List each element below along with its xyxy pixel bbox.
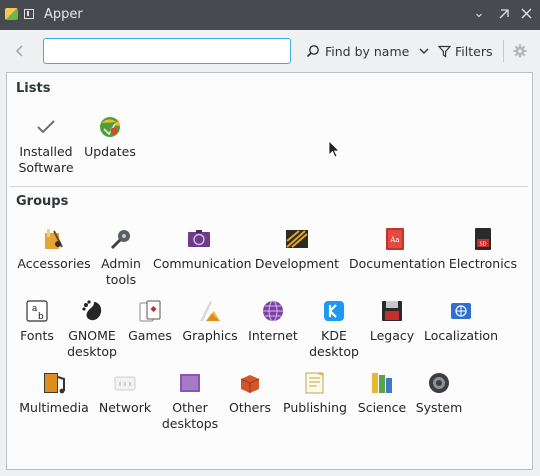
filter-icon [438,45,451,58]
system-icon [429,373,449,393]
communication-icon [188,230,210,247]
back-button[interactable] [12,43,28,59]
internet-icon [263,300,283,322]
close-icon[interactable] [518,6,534,22]
search-input[interactable] [43,38,291,64]
mouse-cursor-icon [328,140,340,158]
toolbar-separator [503,40,504,62]
group-item-system[interactable]: System [393,371,485,416]
list-item-label: Updates [84,144,136,159]
title-bar: Apper ⌄ [0,0,540,30]
search-icon [306,45,319,58]
app-icon[interactable] [5,8,18,20]
localization-icon [451,303,471,319]
group-item-documentation[interactable]: Aa Documentation [349,227,446,272]
accessories-icon [45,229,63,249]
development-icon [286,230,308,248]
apper-window: Apper ⌄ Find by name Filters Lists Insta… [0,0,540,476]
group-label: Documentation [349,256,446,271]
settings-button[interactable] [512,43,528,59]
group-label: System [415,400,463,415]
window-title: Apper [44,7,83,22]
group-item-localization[interactable]: Localization [415,299,507,344]
find-by-button[interactable]: Find by name [306,41,429,61]
games-icon [139,300,161,322]
lists-heading: Lists [16,81,51,96]
group-item-electronics[interactable]: SD Electronics [437,227,529,272]
science-icon [372,373,392,393]
group-label: Development [254,256,340,271]
kde-icon [324,301,344,321]
admin-tools-icon [110,230,130,250]
minimize-icon[interactable]: ⌄ [471,6,487,22]
network-icon [114,376,136,391]
list-item-updates[interactable]: Updates [64,115,156,160]
group-label: Electronics [448,256,518,271]
maximize-icon[interactable] [496,6,512,22]
chevron-left-icon [15,45,23,57]
gear-icon [513,44,527,58]
find-by-label: Find by name [325,43,410,59]
legacy-icon [382,301,402,321]
filters-button[interactable]: Filters [438,41,492,61]
groups-heading: Groups [16,194,69,209]
graphics-icon [200,301,220,321]
gnome-icon [82,300,102,321]
multimedia-icon [44,373,65,394]
svg-text:Aa: Aa [389,236,399,244]
documentation-icon: Aa [386,228,404,250]
section-divider [10,186,528,187]
other-desktops-icon [180,374,200,392]
group-item-communication[interactable]: Communication [153,227,252,272]
publishing-icon [305,372,324,394]
checkmark-icon [37,120,55,134]
group-label: Localization [423,328,499,343]
filters-label: Filters [455,43,493,59]
group-item-development[interactable]: Development [251,227,343,272]
chevron-down-icon [419,48,429,54]
svg-text:SD: SD [479,242,486,248]
group-label: Communication [153,256,252,271]
keep-above-icon[interactable] [24,9,34,19]
updates-icon [100,117,120,137]
others-icon [240,375,260,393]
svg-text:b: b [38,312,44,322]
electronics-icon: SD [475,228,491,250]
